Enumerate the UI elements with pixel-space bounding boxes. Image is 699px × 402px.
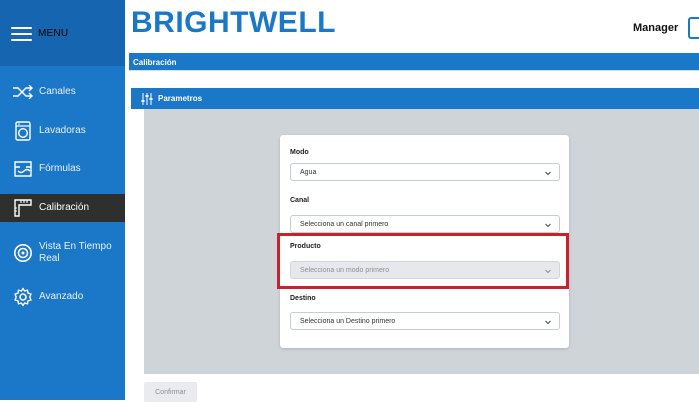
- canal-label: Canal: [290, 197, 310, 204]
- hamburger-icon: [11, 26, 32, 41]
- sidebar-item-label: Canales: [39, 86, 76, 97]
- modo-select[interactable]: Agua: [290, 163, 560, 181]
- destino-value: Selecciona un Destino primero: [300, 317, 396, 325]
- sidebar-item-label: Calibración: [39, 202, 90, 213]
- section-header: Parametros: [131, 88, 699, 109]
- sidebar-item-label: Avanzado: [39, 291, 84, 302]
- highlight-box: [277, 233, 569, 289]
- chevron-down-icon: [545, 171, 551, 176]
- formula-icon: [12, 158, 34, 180]
- menu-label: MENU: [38, 27, 69, 39]
- gear-icon: [12, 286, 34, 308]
- sidebar-item-avanzado[interactable]: Avanzado: [0, 285, 125, 309]
- sidebar-item-calibracion[interactable]: Calibración: [0, 194, 125, 222]
- sidebar-item-label: Vista En Tiempo Real: [39, 241, 112, 264]
- chevron-down-icon: [545, 223, 551, 228]
- calibration-icon: [12, 197, 34, 219]
- sliders-icon: [141, 92, 153, 105]
- shuffle-icon: [12, 81, 34, 103]
- destino-select[interactable]: Selecciona un Destino primero: [290, 312, 560, 330]
- confirm-button[interactable]: Confirmar: [144, 382, 197, 402]
- canal-select[interactable]: Selecciona un canal primero: [290, 215, 560, 233]
- sidebar-item-lavadoras[interactable]: Lavadoras: [0, 119, 125, 143]
- sidebar-item-formulas[interactable]: Fórmulas: [0, 157, 125, 181]
- destino-label: Destino: [290, 295, 316, 302]
- washer-icon: [12, 120, 34, 142]
- sidebar-item-vista-en-tiempo-real[interactable]: Vista En Tiempo Real: [0, 238, 125, 268]
- canal-value: Selecciona un canal primero: [300, 220, 389, 228]
- sidebar-item-label: Lavadoras: [39, 125, 86, 136]
- menu-toggle[interactable]: MENU: [0, 0, 125, 66]
- divider: [129, 70, 699, 71]
- page-title: Calibración: [129, 53, 699, 70]
- sidebar-item-label: Fórmulas: [39, 163, 81, 174]
- eye-icon: [12, 242, 34, 264]
- brand-logo: BRIGHTWELL: [131, 6, 336, 39]
- modo-label: Modo: [290, 149, 309, 156]
- logout-icon[interactable]: [688, 17, 699, 39]
- sidebar-item-canales[interactable]: Canales: [0, 80, 125, 104]
- modo-value: Agua: [300, 168, 317, 176]
- chevron-down-icon: [545, 320, 551, 325]
- section-title: Parametros: [158, 94, 203, 103]
- user-name[interactable]: Manager: [633, 22, 678, 34]
